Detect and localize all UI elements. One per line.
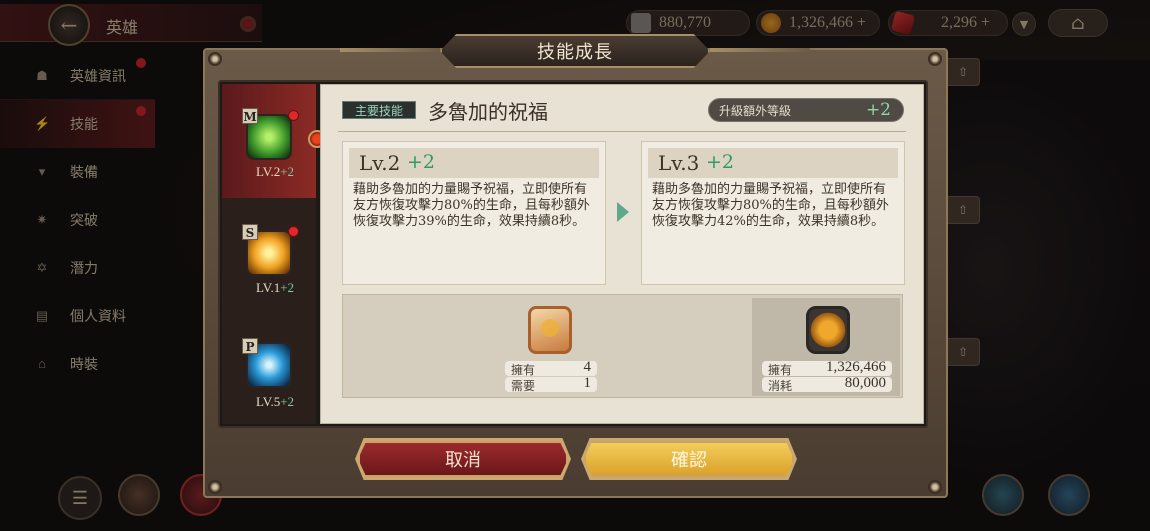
skill-tab-main[interactable]: M LV.2+2 [222,84,316,198]
notification-dot [288,110,299,121]
skill-tab-passive[interactable]: P LV.5+2 [222,312,316,426]
skill-level: LV.1+2 [256,280,295,295]
gold-coin-icon[interactable] [806,306,850,354]
current-level-bonus: +2 [407,151,436,173]
title-ornament [340,48,440,52]
skill-tab-list: M LV.2+2 S LV.1+2 P LV.5+2 [222,84,316,424]
consume-gold-row: 消耗 80,000 [762,375,892,393]
current-level: Lv.2 [359,151,401,175]
skill-level: LV.5+2 [256,394,295,409]
skill-level: LV.2+2 [256,164,295,179]
consume-label: 消耗 [768,379,793,393]
next-level-description: 藉助多魯加的力量賜予祝福，立即使所有友方恢復攻擊力80%的生命，且每秒額外恢復攻… [652,182,889,229]
cancel-button[interactable]: 取消 [358,441,568,477]
main-skill-badge: 主要技能 [342,101,416,119]
corner-rivet-icon [928,52,942,66]
extra-level-value: +2 [865,100,891,120]
owned-scroll-value: 4 [583,359,592,375]
title-ornament [710,48,810,52]
notification-dot [288,226,299,237]
corner-rivet-icon [208,480,222,494]
skill-scroll-icon[interactable] [528,306,572,354]
divider [338,131,906,132]
corner-rivet-icon [928,480,942,494]
required-label: 需要 [511,379,536,393]
dialog-title: 技能成長 [537,42,613,63]
next-level: Lv.3 [658,151,700,175]
level-header: Lv.2 +2 [349,148,599,178]
dialog-title-plate: 技能成長 [440,34,710,68]
confirm-button[interactable]: 確認 [584,441,794,477]
owned-gold-row: 擁有 1,326,466 [762,359,892,377]
owned-label: 擁有 [511,363,536,377]
skill-grade-badge: M [242,108,258,124]
extra-level-label: 升級額外等級 [719,103,792,118]
skill-name: 多魯加的祝福 [428,100,548,124]
arrow-right-icon [617,202,629,222]
current-level-card: Lv.2 +2 藉助多魯加的力量賜予祝福，立即使所有友方恢復攻擊力80%的生命，… [342,141,606,285]
owned-scroll-row: 擁有 4 [505,359,597,377]
required-scroll-row: 需要 1 [505,375,597,393]
next-level-card: Lv.3 +2 藉助多魯加的力量賜予祝福，立即使所有友方恢復攻擊力80%的生命，… [641,141,905,285]
skill-grade-badge: P [242,338,258,354]
current-level-description: 藉助多魯加的力量賜予祝福，立即使所有友方恢復攻擊力80%的生命，且每秒額外恢復攻… [353,182,590,229]
next-level-bonus: +2 [706,151,735,173]
required-scroll-value: 1 [583,375,592,391]
skill-tab-special[interactable]: S LV.1+2 [222,198,316,312]
owned-label: 擁有 [768,363,793,377]
level-header: Lv.3 +2 [648,148,898,178]
consume-gold-value: 80,000 [844,375,886,391]
corner-rivet-icon [208,52,222,66]
skill-grade-badge: S [242,224,258,240]
extra-level-bar: 升級額外等級 +2 [708,98,904,122]
owned-gold-value: 1,326,466 [826,359,886,375]
